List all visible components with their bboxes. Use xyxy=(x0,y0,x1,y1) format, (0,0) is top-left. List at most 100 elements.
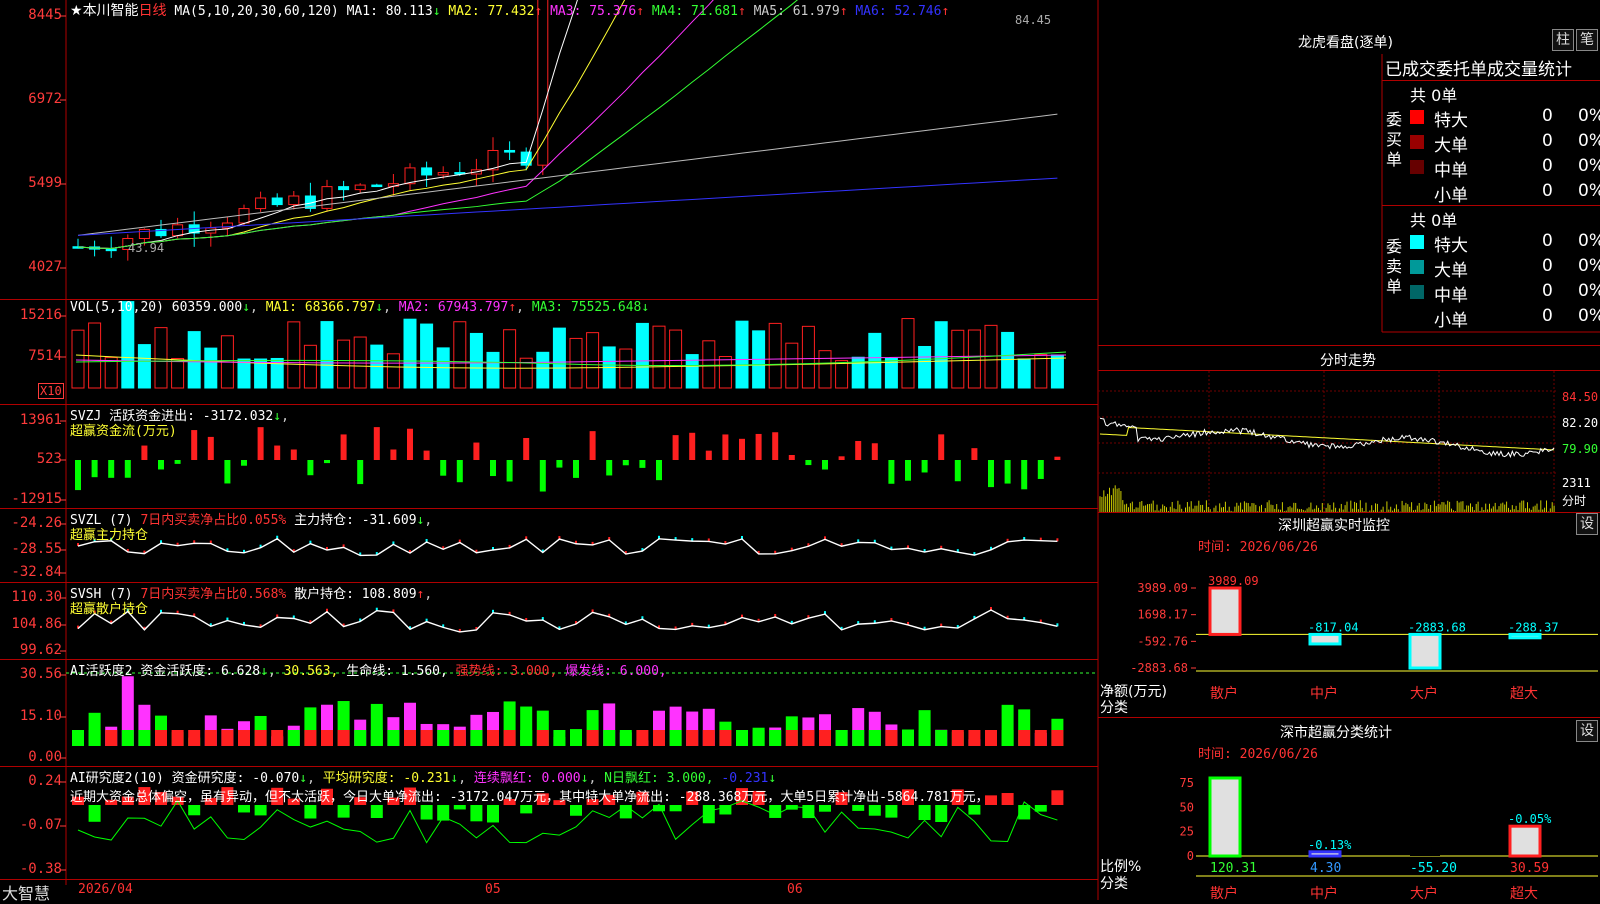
volume-bar xyxy=(204,347,218,389)
flow-bar xyxy=(224,460,231,484)
candlestick-chart[interactable] xyxy=(66,0,1098,300)
activity-base xyxy=(370,730,383,746)
tick-view-button[interactable]: 笔 xyxy=(1576,29,1598,51)
research-bar xyxy=(802,805,815,819)
stock-name[interactable]: 本川智能 xyxy=(83,3,139,19)
ai2-nred: N日飘红: 3.000, xyxy=(604,771,714,786)
volume-bar xyxy=(353,336,367,389)
volume-bar xyxy=(901,318,915,389)
activity-base xyxy=(785,730,798,746)
volume-bar xyxy=(486,351,500,389)
flow-bar xyxy=(1004,460,1011,484)
research-line xyxy=(77,799,1058,844)
research-bar xyxy=(238,805,250,813)
ai1-lifeline: 生命线: 1.560, xyxy=(346,664,448,679)
ma2-value: MA2: 77.432 xyxy=(448,4,535,19)
holding-line xyxy=(77,537,1058,557)
down-arrow-icon: ↓ xyxy=(450,771,459,786)
fenshi-y: 2311 xyxy=(1562,476,1591,490)
x-tick: 2026/04 xyxy=(78,882,133,897)
volume-chart[interactable] xyxy=(66,300,1098,404)
research-bar xyxy=(337,805,350,818)
volume-bar xyxy=(868,332,882,389)
volume-bar xyxy=(918,345,932,389)
order-stats-tab[interactable]: 已成交委托单成交量统计 xyxy=(1385,55,1572,80)
period-label[interactable]: 日线 xyxy=(139,3,167,19)
activity-base xyxy=(603,730,616,746)
y-tick: 104.86 xyxy=(11,616,62,632)
y-tick: 523 xyxy=(36,451,62,467)
category-label: 超大 xyxy=(1510,686,1538,702)
monitor-bar-chart[interactable]: 3989.09 1698.17 -592.76 -2883.68 3989.09 散户 -8… xyxy=(1098,513,1600,717)
research-bar xyxy=(819,805,831,812)
flow-bar xyxy=(191,430,198,460)
flow-bar xyxy=(838,456,845,460)
y-tick-label: 0 xyxy=(1187,849,1194,863)
legend-swatch xyxy=(1410,110,1424,124)
monitor-bar xyxy=(1408,632,1442,670)
flow-bar xyxy=(705,450,712,460)
y-tick-label: 75 xyxy=(1180,776,1194,790)
flow-bar xyxy=(241,460,247,466)
activity-base xyxy=(719,730,732,746)
up-arrow-icon: ↑ xyxy=(941,4,950,19)
intraday-chart[interactable] xyxy=(1098,371,1600,512)
candle-body xyxy=(504,149,516,153)
down-arrow-icon: ↓ xyxy=(299,771,308,786)
flow-bar xyxy=(1037,460,1044,479)
order-count: 0 xyxy=(1542,231,1553,251)
activity-base xyxy=(968,730,981,746)
activity-base xyxy=(619,730,632,746)
research-bar xyxy=(968,805,981,815)
x-tick: 05 xyxy=(485,882,501,897)
flow-bar xyxy=(274,445,281,460)
order-row: 小单 0 0% xyxy=(1410,306,1600,331)
flow-bar xyxy=(390,449,397,460)
flow-bar xyxy=(805,460,812,466)
candle-body xyxy=(354,184,366,191)
category-label: 散户 xyxy=(1210,885,1238,900)
order-count: 0 xyxy=(1542,156,1553,176)
down-arrow-icon: ↓ xyxy=(768,771,777,786)
y-tick: -12915 xyxy=(11,491,62,507)
flow-bar xyxy=(473,442,480,460)
monitor-xlabel: 分类 xyxy=(1100,700,1128,716)
volume-bar xyxy=(171,357,185,389)
ai2-research: 资金研究度: -0.070 xyxy=(171,771,300,786)
classify-bar-chart[interactable]: 75 50 25 0 120.31 散户 -0.13% 4.30 中户 -55.20 大户 -0.05… xyxy=(1098,718,1600,900)
column-view-button[interactable]: 柱 xyxy=(1552,29,1574,51)
flow-bar xyxy=(75,460,81,491)
activity-base xyxy=(985,730,997,746)
flow-bar xyxy=(573,460,579,478)
vol-ma2: MA2: 67943.797 xyxy=(398,300,509,315)
activity-base xyxy=(918,730,931,746)
order-type: 特大 xyxy=(1434,236,1468,256)
research-bar xyxy=(669,805,682,812)
svzl-value: 主力持仓: -31.609 xyxy=(294,513,417,528)
category-label: 大户 xyxy=(1410,885,1438,900)
research-bar xyxy=(852,805,865,811)
flow-bar xyxy=(888,460,895,484)
order-row: 大单 0 0% xyxy=(1410,131,1600,156)
star-icon[interactable]: ★ xyxy=(70,3,83,19)
down-arrow-icon: ↓ xyxy=(260,664,268,679)
ai1-activity: 资金活跃度: 6.628 xyxy=(140,664,261,679)
activity-base xyxy=(819,730,831,746)
order-row: 特大 0 0% xyxy=(1410,231,1600,256)
volume-bar xyxy=(586,332,600,389)
flow-bar xyxy=(556,460,563,468)
order-type: 特大 xyxy=(1434,111,1468,131)
y-tick: 99.62 xyxy=(19,642,62,658)
buy-total: 共 0单 xyxy=(1410,86,1458,105)
bar-value-label: -288.37 xyxy=(1508,620,1559,634)
ma1-value: MA1: 80.113 xyxy=(346,4,433,19)
down-arrow-icon: ↓ xyxy=(416,513,425,528)
flow-bar xyxy=(456,460,463,483)
app-logo: 大智慧 xyxy=(2,884,51,903)
high-price-mark: 84.45 xyxy=(1015,13,1052,27)
y-tick-label: 25 xyxy=(1180,825,1194,839)
ma6-value: MA6: 52.746 xyxy=(855,4,942,19)
y-tick-label: -592.76 xyxy=(1137,634,1188,648)
flow-bar xyxy=(971,448,978,460)
research-bar xyxy=(520,805,533,814)
